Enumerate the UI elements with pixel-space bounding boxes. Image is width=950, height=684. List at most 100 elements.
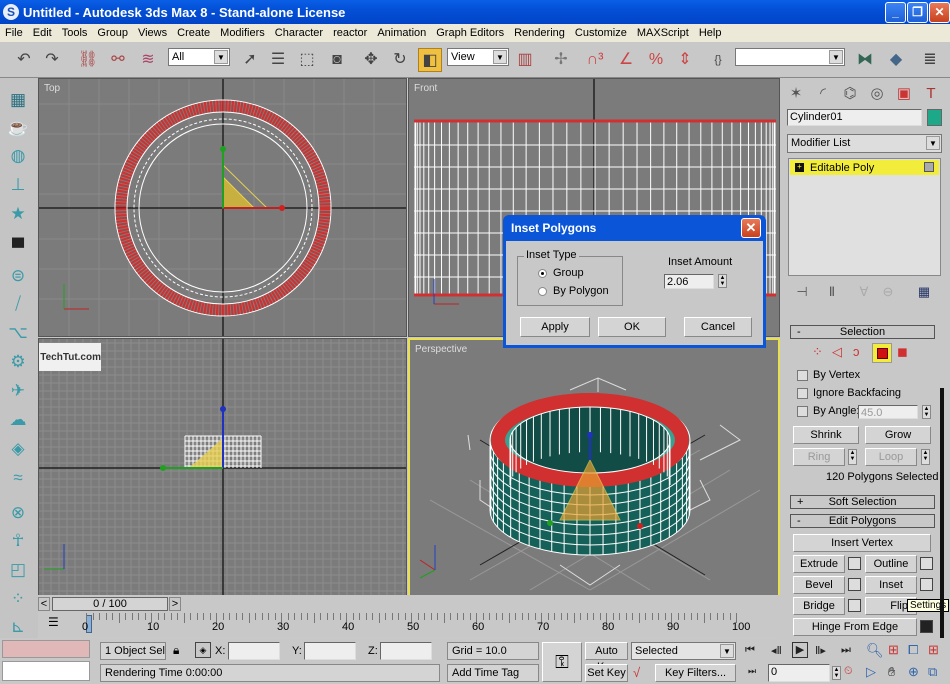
select-by-name-icon[interactable]: ☰: [266, 48, 290, 72]
viewport-left[interactable]: TechTut.com: [38, 338, 407, 597]
wave-icon[interactable]: ≈: [6, 466, 30, 490]
command-panel-scrollbar[interactable]: [940, 388, 944, 638]
pin-icon[interactable]: ⊥: [6, 173, 30, 197]
inset-amount-field[interactable]: 2.06: [664, 274, 714, 289]
pivot-icon[interactable]: ▥: [513, 48, 537, 72]
insert-vertex-button[interactable]: Insert Vertex: [793, 534, 931, 552]
x-coordinate-field[interactable]: [228, 642, 280, 660]
object-color-swatch[interactable]: [927, 109, 942, 126]
viewport-label-top[interactable]: Top: [44, 83, 60, 94]
soft-selection-rollout-header[interactable]: + Soft Selection: [790, 495, 935, 509]
shrink-button[interactable]: Shrink: [793, 426, 859, 444]
scale-icon[interactable]: ◧: [418, 48, 442, 72]
menu-rendering[interactable]: Rendering: [509, 27, 570, 39]
modifier-toggle-icon[interactable]: [924, 162, 934, 172]
menu-views[interactable]: Views: [133, 27, 172, 39]
add-time-tag[interactable]: Add Time Tag: [447, 664, 539, 682]
extrude-settings-button[interactable]: [848, 557, 861, 570]
pan-icon[interactable]: ✋︎: [888, 664, 895, 680]
y-coordinate-field[interactable]: [304, 642, 356, 660]
apply-button[interactable]: Apply: [520, 317, 590, 337]
menu-tools[interactable]: Tools: [57, 27, 93, 39]
toggle-track-bar-icon[interactable]: ☰: [48, 615, 59, 629]
border-mode-icon[interactable]: ↄ: [853, 344, 860, 359]
ok-button[interactable]: OK: [598, 317, 666, 337]
outline-button[interactable]: Outline: [865, 555, 917, 573]
lock-icon[interactable]: 🔒︎: [173, 643, 179, 658]
spring-icon[interactable]: ⊜: [6, 264, 30, 288]
set-key-mode-button[interactable]: ⚿: [542, 642, 582, 682]
bevel-button[interactable]: Bevel: [793, 576, 845, 594]
window-crossing-icon[interactable]: ◙: [325, 48, 349, 72]
key-mode-toggle-icon[interactable]: ⏭: [748, 666, 756, 677]
menu-file[interactable]: File: [0, 27, 28, 39]
key-filters-button[interactable]: Key Filters...: [655, 664, 736, 682]
layers-icon[interactable]: ≣: [918, 48, 942, 72]
cloud-icon[interactable]: ☁: [6, 408, 30, 432]
box-icon[interactable]: ▦: [6, 88, 30, 112]
ring-button[interactable]: Ring: [793, 448, 845, 466]
pin-stack-icon[interactable]: ⊣: [790, 280, 814, 304]
select-link-icon[interactable]: ⛓: [76, 48, 100, 72]
make-unique-icon[interactable]: ∀: [852, 280, 876, 304]
outline-settings-button[interactable]: [920, 557, 933, 570]
hinge-from-edge-button[interactable]: Hinge From Edge: [793, 618, 917, 636]
inset-button[interactable]: Inset: [865, 576, 917, 594]
bridge-button[interactable]: Bridge: [793, 597, 845, 615]
current-frame-spinner[interactable]: ▲ ▼: [832, 666, 841, 680]
spinner-snap-icon[interactable]: ⇕: [673, 48, 697, 72]
menu-reactor[interactable]: reactor: [328, 27, 372, 39]
hinge-settings-button[interactable]: [920, 620, 933, 633]
viewport-label-front[interactable]: Front: [414, 83, 437, 94]
angle-snap-icon[interactable]: ∠: [614, 48, 638, 72]
extrude-button[interactable]: Extrude: [793, 555, 845, 573]
snap-3d-icon[interactable]: ∩³: [583, 48, 607, 72]
select-object-icon[interactable]: ➚: [238, 48, 262, 72]
dialog-close-button[interactable]: ✕: [741, 218, 761, 238]
configure-sets-icon[interactable]: ▦: [912, 280, 936, 304]
arc-rotate-icon[interactable]: ⊕: [908, 664, 919, 680]
selection-rollout-header[interactable]: - Selection: [790, 325, 935, 339]
zoom-extents-all-icon[interactable]: ⊞: [928, 642, 939, 658]
next-frame-icon[interactable]: Ⅱ▸: [815, 644, 826, 657]
time-next-button[interactable]: >: [169, 597, 181, 611]
utilities-icon[interactable]: T: [919, 82, 943, 106]
by-vertex-checkbox[interactable]: By Vertex: [797, 369, 860, 381]
zoom-icon[interactable]: 🔍︎: [866, 642, 884, 659]
object-name-field[interactable]: Cylinder01: [787, 109, 922, 126]
menu-maxscript[interactable]: MAXScript: [632, 27, 694, 39]
weathervane-icon[interactable]: ✈: [6, 379, 30, 403]
radio-group[interactable]: Group: [538, 267, 584, 279]
element-mode-icon[interactable]: ◼: [897, 344, 908, 360]
named-selection-dropdown[interactable]: ▼: [735, 48, 845, 66]
show-end-result-icon[interactable]: Ⅱ: [820, 280, 844, 304]
inset-amount-spinner[interactable]: ▲ ▼: [718, 274, 727, 288]
reference-coord-dropdown[interactable]: View ▼: [447, 48, 509, 66]
go-to-start-icon[interactable]: ⏮: [745, 644, 755, 657]
menu-group[interactable]: Group: [92, 27, 133, 39]
stack-item-editable-poly[interactable]: + Editable Poly: [790, 160, 939, 175]
selection-filter-dropdown[interactable]: All ▼: [168, 48, 230, 66]
unlink-icon[interactable]: ⚯: [106, 48, 130, 72]
bind-spacewarp-icon[interactable]: ≋: [136, 48, 160, 72]
hierarchy-icon[interactable]: ⌬: [838, 82, 862, 106]
bridge-settings-button[interactable]: [848, 599, 861, 612]
zoom-extents-icon[interactable]: ⧠: [908, 642, 918, 658]
time-slider[interactable]: 0 / 100: [52, 597, 168, 611]
star-icon[interactable]: ★: [6, 202, 30, 226]
menu-create[interactable]: Create: [172, 27, 215, 39]
undo-icon[interactable]: ↶: [12, 48, 36, 72]
move-icon[interactable]: ✥: [359, 48, 383, 72]
manipulate-icon[interactable]: ✢: [549, 48, 573, 72]
cloth-icon[interactable]: ◰: [6, 558, 30, 582]
key-tangent-icon[interactable]: √: [633, 665, 640, 680]
menu-animation[interactable]: Animation: [372, 27, 431, 39]
inset-settings-button[interactable]: [920, 578, 933, 591]
go-to-end-icon[interactable]: ⏭: [841, 644, 851, 657]
sphere-icon[interactable]: ◍: [6, 144, 30, 168]
field-of-view-icon[interactable]: ▷: [866, 664, 876, 680]
redo-icon[interactable]: ↷: [40, 48, 64, 72]
absolute-mode-icon[interactable]: ◈: [195, 642, 211, 658]
particles-icon[interactable]: ⁘: [6, 587, 30, 611]
biped-icon[interactable]: ☥: [6, 529, 30, 553]
